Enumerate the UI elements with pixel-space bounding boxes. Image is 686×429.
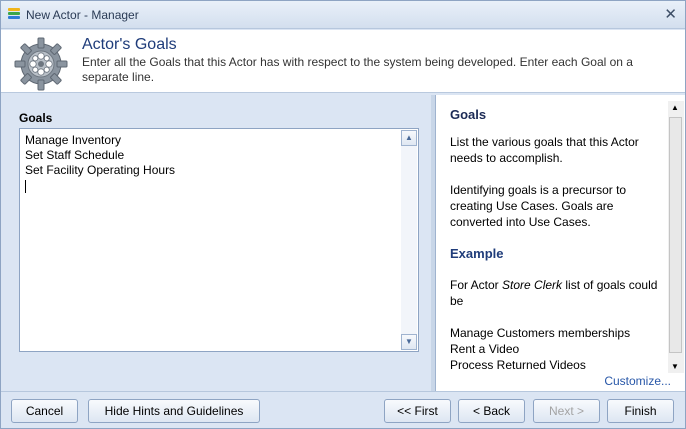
first-button[interactable]: << First (384, 399, 451, 423)
hide-hints-button[interactable]: Hide Hints and Guidelines (88, 399, 260, 423)
goals-panel: Goals Manage Inventory Set Staff Schedul… (1, 95, 431, 391)
hints-heading: Goals (450, 107, 487, 122)
title-bar: New Actor - Manager ✕ (1, 1, 685, 29)
scroll-thumb[interactable] (669, 117, 682, 353)
finish-button[interactable]: Finish (607, 399, 674, 423)
hint-paragraph: Identifying goals is a precursor to crea… (450, 183, 627, 229)
arrow-down-icon[interactable]: ▼ (671, 362, 679, 371)
text-cursor (25, 180, 26, 193)
example-actor: Store Clerk (502, 278, 563, 292)
goal-line[interactable]: Set Facility Operating Hours (25, 163, 175, 178)
dialog-window: New Actor - Manager ✕ Actor's Goals Ente… (0, 0, 686, 429)
example-intro: For Actor Store Clerk list of goals coul… (450, 277, 665, 309)
button-bar: Cancel Hide Hints and Guidelines << Firs… (1, 391, 685, 428)
hints-panel: Goals List the various goals that this A… (435, 95, 685, 391)
wizard-header: Actor's Goals Enter all the Goals that t… (1, 30, 685, 93)
app-icon (8, 8, 20, 22)
close-icon[interactable]: ✕ (664, 5, 677, 23)
goals-scrollbar[interactable]: ▲ ▼ (401, 130, 417, 350)
cancel-button[interactable]: Cancel (11, 399, 78, 423)
goal-line[interactable]: Set Staff Schedule (25, 148, 175, 163)
hints-content: Goals List the various goals that this A… (450, 107, 665, 373)
goals-textarea[interactable]: Manage Inventory Set Staff Schedule Set … (19, 128, 419, 352)
example-heading: Example (450, 246, 504, 261)
example-item: Manage Customers memberships (450, 326, 631, 340)
back-button[interactable]: < Back (458, 399, 525, 423)
customize-link[interactable]: Customize... (604, 374, 671, 388)
goals-label: Goals (19, 111, 53, 125)
arrow-down-icon[interactable]: ▼ (401, 334, 417, 350)
example-item: Rent a Video (450, 342, 520, 356)
arrow-up-icon[interactable]: ▲ (671, 103, 679, 112)
hints-scrollbar[interactable]: ▲ ▼ (668, 101, 684, 373)
hint-paragraph: List the various goals that this Actor n… (450, 135, 639, 165)
window-title: New Actor - Manager (26, 8, 139, 22)
gear-icon (14, 37, 68, 91)
example-item: Process Returned Videos (450, 358, 586, 372)
page-description: Enter all the Goals that this Actor has … (82, 55, 633, 84)
page-title: Actor's Goals (82, 36, 177, 53)
goal-line[interactable]: Manage Inventory (25, 133, 175, 148)
example-prefix: For Actor (450, 278, 503, 292)
next-button[interactable]: Next > (533, 399, 600, 423)
arrow-up-icon[interactable]: ▲ (401, 130, 417, 146)
